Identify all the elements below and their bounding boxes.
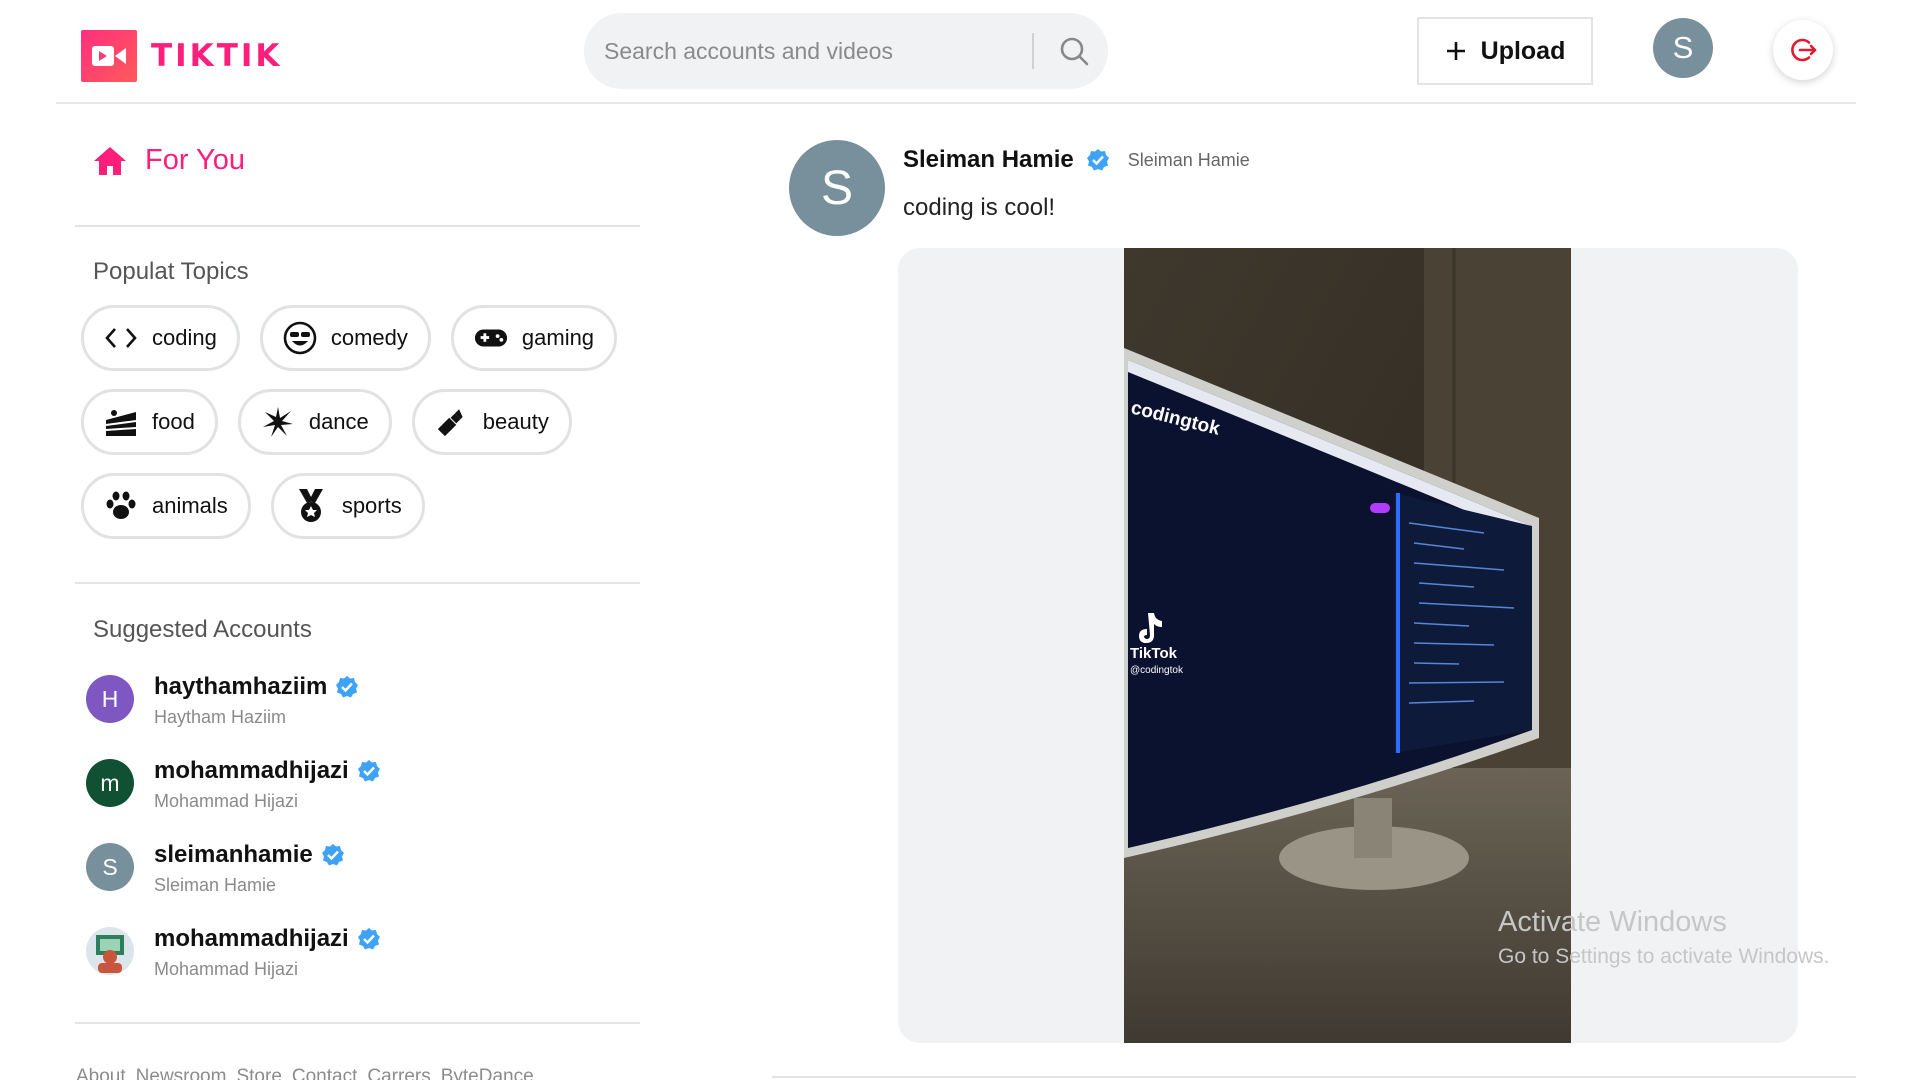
medal-icon bbox=[294, 489, 328, 523]
avatar: H bbox=[86, 675, 134, 723]
top-header: TIKTIK Upload S bbox=[56, 0, 1856, 104]
avatar: m bbox=[86, 759, 134, 807]
topic-label: coding bbox=[152, 325, 217, 350]
account-display-name: Mohammad Hijazi bbox=[154, 959, 299, 979]
topic-label: animals bbox=[152, 493, 228, 518]
account-username: mohammadhijazi bbox=[154, 925, 349, 952]
video-camera-icon bbox=[81, 30, 137, 82]
accounts-title: Suggested Accounts bbox=[93, 616, 312, 643]
verified-icon bbox=[336, 676, 359, 698]
search-bar bbox=[584, 13, 1108, 89]
verified-icon bbox=[357, 760, 380, 782]
upload-button[interactable]: Upload bbox=[1417, 17, 1593, 85]
post-author-username[interactable]: Sleiman Hamie bbox=[903, 146, 1074, 174]
account-username: haythamhaziim bbox=[154, 673, 328, 700]
lipstick-icon bbox=[435, 405, 469, 439]
for-you-label: For You bbox=[145, 144, 245, 176]
account-display-name: Sleiman Hamie bbox=[154, 875, 277, 895]
post-author-avatar[interactable]: S bbox=[789, 140, 885, 236]
watermark-handle: @codingtok bbox=[1130, 665, 1184, 676]
topic-gaming[interactable]: gaming bbox=[450, 305, 618, 371]
app-name: TIKTIK bbox=[151, 38, 283, 74]
suggested-account[interactable]: m mohammadhijazi Mohammad Hijazi bbox=[86, 757, 381, 812]
topic-label: beauty bbox=[482, 409, 549, 434]
feed-divider bbox=[772, 1076, 1856, 1078]
footer-links: About Newsroom Store Contact Carrers Byt… bbox=[76, 1066, 534, 1080]
watermark-brand: TikTok bbox=[1130, 645, 1178, 662]
topic-food[interactable]: food bbox=[81, 389, 218, 455]
account-username: mohammadhijazi bbox=[154, 757, 349, 784]
post-header: Sleiman Hamie Sleiman Hamie bbox=[903, 146, 1250, 174]
account-display-name: Haytham Haziim bbox=[154, 707, 287, 727]
sidebar: For You Populat Topics coding comedy gam… bbox=[75, 104, 640, 1080]
upload-label: Upload bbox=[1480, 36, 1566, 65]
logout-icon bbox=[1791, 38, 1817, 62]
nav-for-you[interactable]: For You bbox=[93, 144, 245, 177]
search-icon[interactable] bbox=[1056, 33, 1092, 69]
suggested-account[interactable]: S sleimanhamie Sleiman Hamie bbox=[86, 841, 345, 896]
plus-icon bbox=[1446, 42, 1465, 60]
topic-label: sports bbox=[341, 493, 402, 518]
sidebar-divider bbox=[75, 582, 640, 584]
avatar bbox=[86, 927, 134, 975]
topics-list: coding comedy gaming food dance beauty a… bbox=[81, 305, 631, 557]
cake-icon bbox=[104, 405, 138, 439]
user-avatar[interactable]: S bbox=[1653, 18, 1713, 78]
search-divider bbox=[1032, 33, 1034, 69]
dance-burst-icon bbox=[261, 405, 295, 439]
footer-link-carrers[interactable]: Carrers bbox=[367, 1066, 430, 1080]
suggested-account[interactable]: mohammadhijazi Mohammad Hijazi bbox=[86, 925, 381, 980]
activation-title: Activate Windows bbox=[1498, 906, 1727, 938]
home-icon bbox=[94, 146, 126, 175]
logout-button[interactable] bbox=[1773, 20, 1833, 80]
verified-icon bbox=[321, 844, 344, 866]
avatar: S bbox=[86, 843, 134, 891]
code-icon bbox=[104, 321, 138, 355]
topic-comedy[interactable]: comedy bbox=[259, 305, 431, 371]
gamepad-icon bbox=[474, 321, 508, 355]
verified-icon bbox=[357, 928, 380, 950]
activation-subtitle: Go to Settings to activate Windows. bbox=[1498, 945, 1830, 968]
laughing-face-icon bbox=[283, 321, 317, 355]
sidebar-divider bbox=[75, 1022, 640, 1024]
footer-link-about[interactable]: About bbox=[76, 1066, 126, 1080]
suggested-account[interactable]: H haythamhaziim Haytham Haziim bbox=[86, 673, 359, 728]
post-caption: coding is cool! bbox=[903, 194, 1056, 221]
sidebar-divider bbox=[75, 225, 640, 227]
search-input[interactable] bbox=[604, 37, 1024, 65]
footer-link-newsroom[interactable]: Newsroom bbox=[136, 1066, 227, 1080]
app-logo[interactable]: TIKTIK bbox=[81, 30, 282, 82]
topic-label: comedy bbox=[330, 325, 408, 350]
topic-dance[interactable]: dance bbox=[237, 389, 392, 455]
footer-link-store[interactable]: Store bbox=[236, 1066, 281, 1080]
topic-animals[interactable]: animals bbox=[81, 473, 251, 539]
footer-link-bytedance[interactable]: ByteDance bbox=[441, 1066, 534, 1080]
topic-beauty[interactable]: beauty bbox=[411, 389, 572, 455]
account-username: sleimanhamie bbox=[154, 841, 313, 868]
verified-icon bbox=[1086, 149, 1109, 171]
topics-title: Populat Topics bbox=[93, 258, 249, 285]
account-display-name: Mohammad Hijazi bbox=[154, 791, 299, 811]
os-activation-notice: Activate Windows Go to Settings to activ… bbox=[1498, 906, 1830, 969]
topic-label: dance bbox=[308, 409, 369, 434]
footer-link-contact[interactable]: Contact bbox=[292, 1066, 357, 1080]
paw-icon bbox=[104, 489, 138, 523]
topic-label: food bbox=[152, 409, 195, 434]
post-author-name: Sleiman Hamie bbox=[1127, 149, 1250, 170]
topic-sports[interactable]: sports bbox=[270, 473, 425, 539]
topic-coding[interactable]: coding bbox=[81, 305, 240, 371]
topic-label: gaming bbox=[521, 325, 595, 350]
